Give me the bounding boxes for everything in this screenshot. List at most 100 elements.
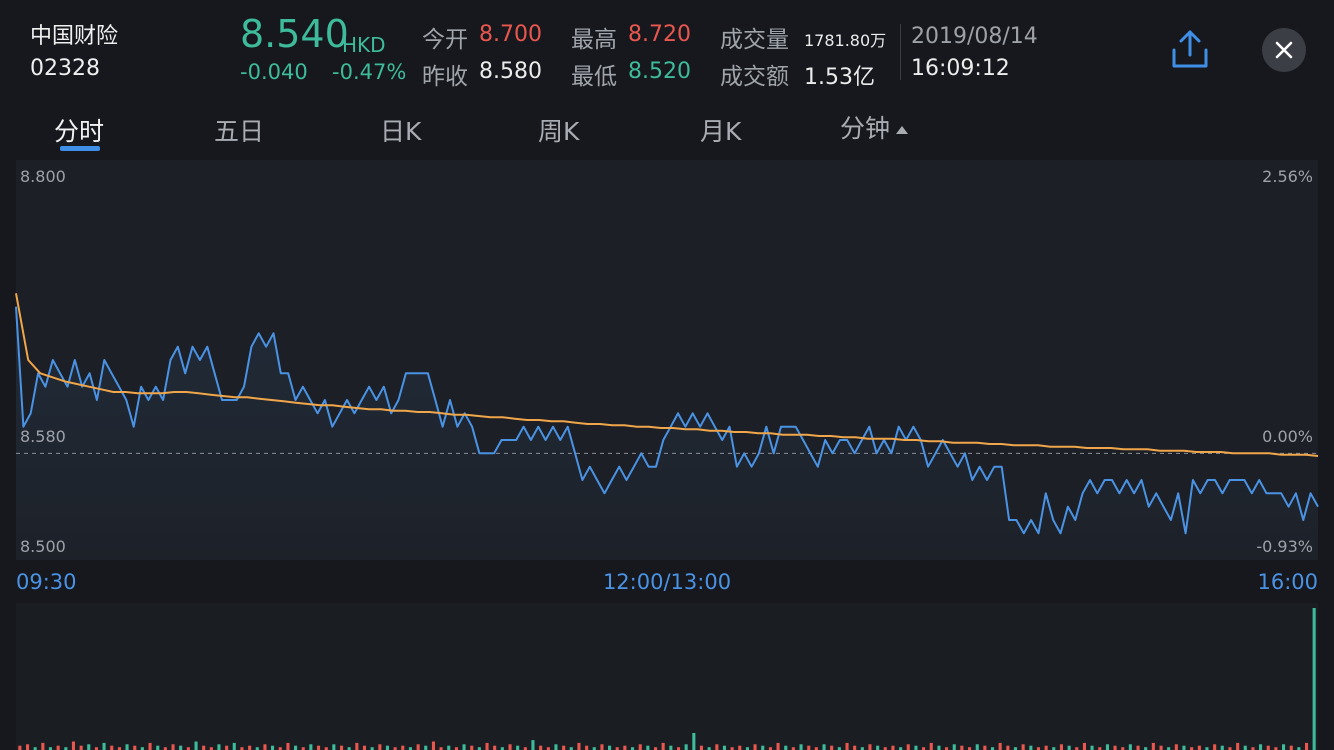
volume-bar (853, 745, 857, 750)
volume-bar (1236, 742, 1240, 750)
intraday-chart[interactable]: 8.800 8.580 8.500 2.56% 0.00% -0.93% 09:30 12:0… (0, 158, 1334, 750)
volume-bar (585, 745, 589, 750)
volume-bar (1067, 745, 1071, 750)
y-right-tick-bottom: -0.93% (1256, 537, 1313, 556)
volume-bar (125, 744, 129, 750)
volume-bar (738, 745, 742, 750)
volume-bar (1197, 745, 1201, 750)
volume-bar (156, 745, 160, 750)
last-price: 8.540 (240, 12, 349, 56)
volume-bar (110, 745, 114, 750)
volume-bar (362, 745, 366, 750)
tab-five-day[interactable]: 五日 (214, 112, 264, 148)
volume-bar (493, 745, 497, 750)
volume-bar (1220, 745, 1224, 750)
volume-bar (699, 745, 703, 750)
volume-bar (983, 745, 987, 750)
volume-bar (133, 745, 137, 750)
volume-value: 1781.80万 (804, 31, 887, 50)
volume-bar (217, 744, 221, 750)
volume-bar (1259, 744, 1263, 750)
volume-bar (248, 745, 252, 750)
volume-bar (1059, 744, 1063, 750)
y-left-tick-top: 8.800 (20, 167, 66, 186)
volume-bar (79, 745, 83, 750)
tab-monthly-k[interactable]: 月K (700, 112, 741, 148)
volume-bar (1174, 744, 1178, 750)
volume-bar (171, 744, 175, 750)
volume-bar (998, 742, 1002, 750)
volume-bar (1128, 744, 1132, 750)
open-value: 8.700 (479, 22, 542, 47)
volume-bar (71, 741, 75, 750)
y-right-tick-top: 2.56% (1262, 167, 1313, 186)
close-button[interactable] (1262, 28, 1306, 72)
volume-bar (1266, 745, 1270, 750)
volume-bar (202, 745, 206, 750)
volume-bar (1113, 745, 1117, 750)
volume-bar (669, 745, 673, 750)
volume-bar (952, 744, 956, 750)
volume-bar (516, 745, 520, 750)
y-left-tick-mid: 8.580 (20, 427, 66, 446)
volume-bar (600, 744, 604, 750)
volume-bar (416, 744, 420, 750)
volume-bar (715, 744, 719, 750)
turnover-value: 1.53亿 (804, 65, 875, 90)
volume-bar (1182, 745, 1186, 750)
high-label: 最高 (571, 27, 617, 53)
volume-bar (447, 745, 451, 750)
volume-bar (401, 745, 405, 750)
tab-intraday[interactable]: 分时 (54, 112, 104, 148)
volume-bar (232, 742, 236, 750)
volume-bar (753, 744, 757, 750)
volume-bar (179, 745, 183, 750)
volume-bar (462, 744, 466, 750)
active-tab-indicator (60, 146, 100, 151)
volume-bar (1105, 744, 1109, 750)
tab-weekly-k[interactable]: 周K (538, 112, 579, 148)
quote-time: 16:09:12 (911, 56, 1010, 81)
volume-bar (1213, 744, 1217, 750)
volume-bar (148, 742, 152, 750)
volume-bar (638, 744, 642, 750)
volume-bar (56, 745, 60, 750)
volume-bar (424, 745, 428, 750)
volume-bar (539, 745, 543, 750)
volume-bar (317, 745, 321, 750)
tab-minute-label: 分钟 (840, 114, 891, 143)
share-button[interactable] (1170, 28, 1210, 70)
price-change-pct: -0.47% (332, 60, 407, 84)
volume-bar (385, 745, 389, 750)
y-right-tick-mid: 0.00% (1262, 427, 1313, 446)
volume-bar (906, 744, 910, 750)
volume-bar (822, 744, 826, 750)
quote-date: 2019/08/14 (911, 24, 1038, 49)
volume-bar (225, 745, 229, 750)
volume-bar (1312, 608, 1316, 750)
low-label: 最低 (571, 64, 617, 90)
volume-bar (18, 745, 22, 750)
volume-bar (1282, 744, 1286, 750)
share-icon (1172, 30, 1208, 68)
x-tick-close: 16:00 (1257, 570, 1318, 594)
header-divider (900, 24, 901, 80)
x-tick-open: 09:30 (16, 570, 77, 594)
volume-bar (332, 744, 336, 750)
volume-bar (1136, 745, 1140, 750)
price-change: -0.040 (240, 60, 308, 84)
volume-bar (684, 744, 688, 750)
volume-bar (26, 744, 30, 750)
volume-bar (41, 742, 45, 750)
volume-bar (1305, 742, 1309, 750)
volume-bar (761, 745, 765, 750)
volume-bar (1090, 745, 1094, 750)
volume-bar (1029, 745, 1033, 750)
volume-bar (531, 740, 535, 750)
tab-daily-k[interactable]: 日K (380, 112, 421, 148)
volume-bar (194, 741, 198, 750)
volume-bar (799, 744, 803, 750)
volume-bar (378, 744, 382, 750)
volume-bar (1151, 742, 1155, 750)
tab-minute[interactable]: 分钟 (840, 109, 909, 145)
